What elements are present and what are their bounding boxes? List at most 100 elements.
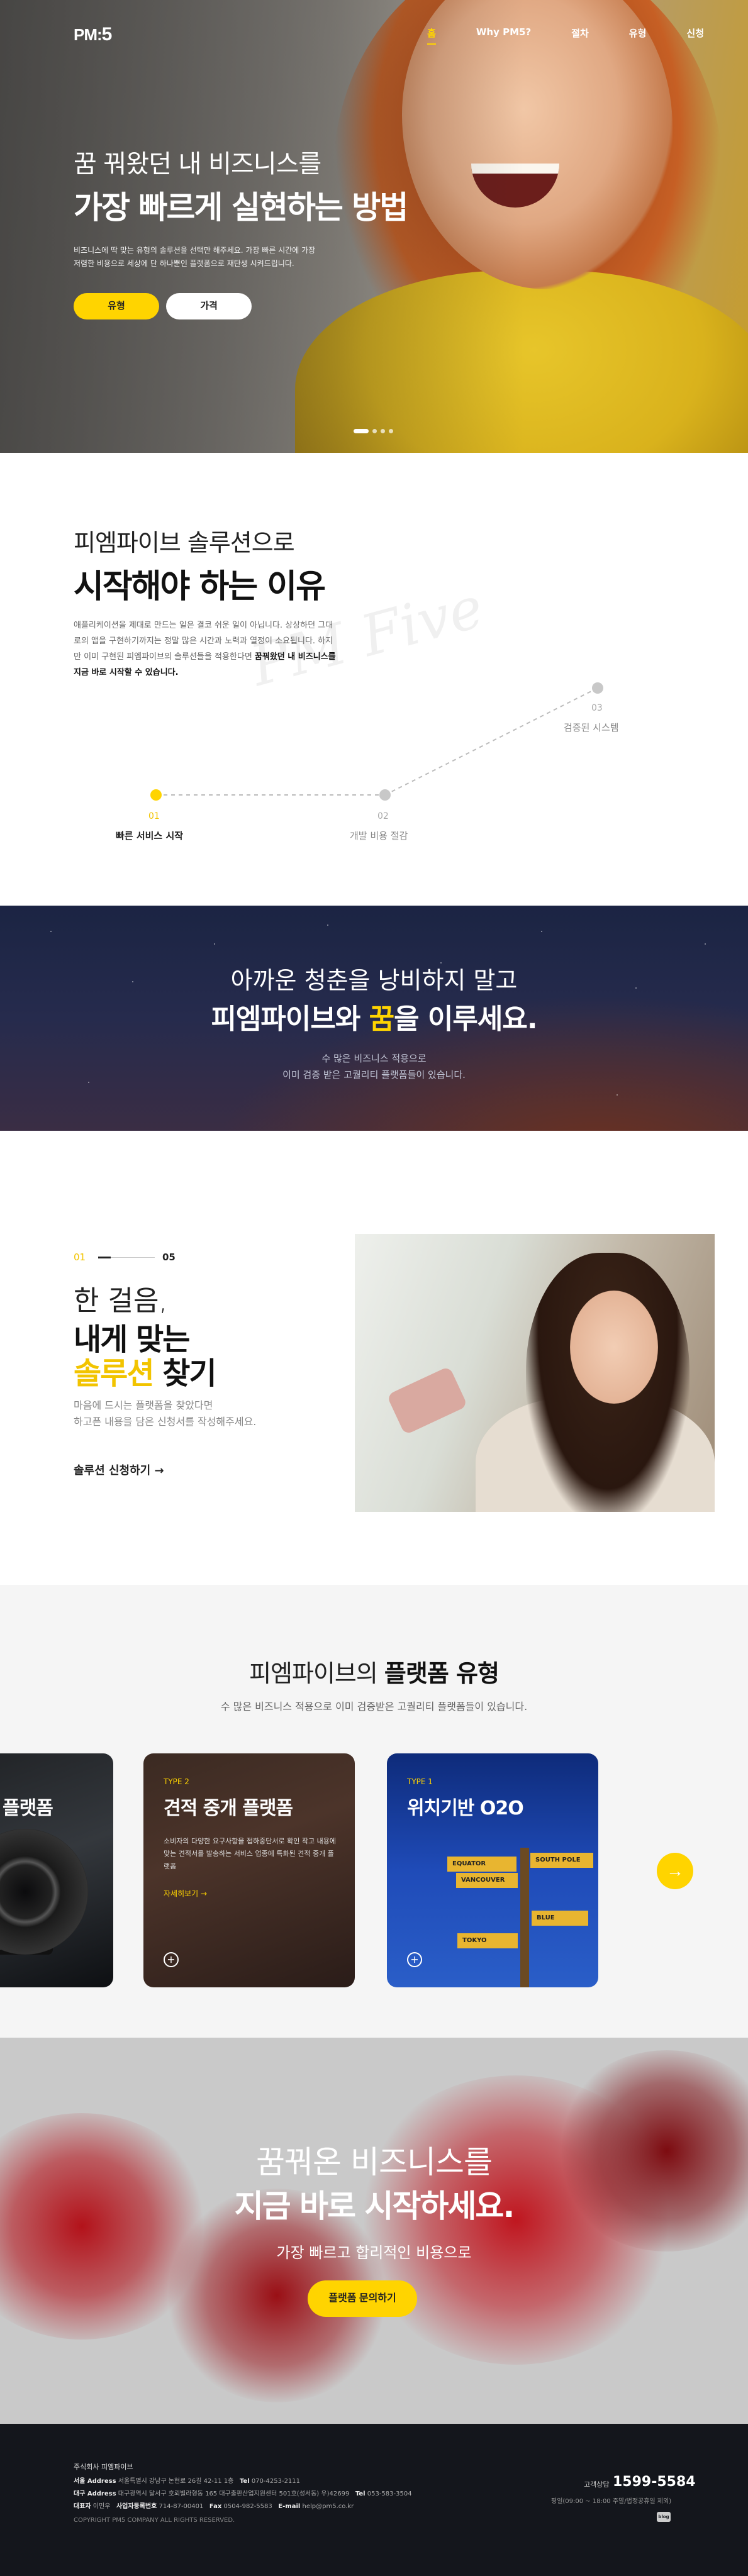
graph-point-2 [379,789,391,801]
signpost-sign: EQUATOR [447,1857,516,1872]
label: 대표자 [74,2503,91,2510]
card-name: 플랫폼 [3,1797,53,1819]
business-info-row: 대표자 이민우 사업자등록번호 714-87-00401 Fax 0504-98… [74,2501,354,2510]
blog-icon[interactable]: blog [657,2512,671,2522]
platform-card[interactable]: TYPE 2 견적 중개 플랫폼 소비자의 다양한 요구사항을 접하중단서로 확… [143,1753,355,1987]
nav-home[interactable]: 홈 [427,26,436,45]
platform-title-b: 플랫폼 유형 [384,1660,500,1687]
photo-hand [386,1366,468,1435]
tel-label: 고객상담 [584,2480,610,2489]
star [541,931,542,932]
step-label: 개발 비용 절감 [350,830,408,841]
logo-prefix: PM [74,25,98,44]
copyright: COPYRIGHT PM5 COMPANY ALL RIGHTS RESERVE… [74,2517,235,2524]
daegu-address: 대구광역시 달서구 호뢰빌라형동 165 대구출판산업지원센터 501호(성서동… [116,2490,350,2497]
page-total: 05 [162,1252,176,1263]
step-description: 마음에 드시는 플랫폼을 찾았다면 하고픈 내용을 담은 신청서를 작성해주세요… [74,1397,313,1430]
slider-dot-active[interactable] [354,429,369,433]
page-progress-bar [98,1257,155,1258]
nav-apply[interactable]: 신청 [686,26,704,45]
card-type: TYPE 1 [407,1777,433,1786]
nav-type[interactable]: 유형 [629,26,647,45]
type-button[interactable]: 유형 [74,293,159,319]
card-more-link[interactable]: 자세히보기 → [164,1888,207,1899]
platform-card[interactable]: 플랫폼 [0,1753,113,1987]
page-current: 01 [74,1252,86,1263]
label: Tel [355,2490,366,2497]
signpost-sign: VANCOUVER [456,1873,518,1888]
nav-procedure[interactable]: 절차 [571,26,589,45]
ceo: 이민우 [91,2503,111,2510]
youth-line-3a: 수 많은 비즈니스 적용으로 [321,1053,427,1064]
hero-description: 비즈니스에 딱 맞는 유형의 솔루션을 선택만 해주세요. 가장 빠른 시간에 … [74,244,401,270]
youth-highlight: 꿈 [369,1003,394,1035]
cta-line-3: 가장 빠르고 합리적인 비용으로 [276,2244,472,2262]
step-label: 검증된 시스템 [564,722,619,733]
youth-line-3: 수 많은 비즈니스 적용으로 이미 검증 받은 고퀄리티 플랫폼들이 있습니다. [0,1050,748,1083]
step-desc-line: 마음에 드시는 플랫폼을 찾았다면 [74,1399,213,1411]
seoul-address-row: 서울 Address 서울특별시 강남구 논현로 26길 42-11 1층 Te… [74,2475,300,2485]
label: 서울 Address [74,2478,116,2485]
step-section: 01 05 한 걸음, 내게 맞는 솔루션 찾기 마음에 드시는 플랫폼을 찾았… [0,1131,748,1585]
step-title-3b: 찾기 [153,1356,216,1391]
step-title-3: 솔루션 찾기 [74,1348,217,1392]
daegu-tel: 053-583-3504 [365,2490,412,2497]
logo[interactable]: PM:5 [74,24,112,45]
card-name: 위치기반 O2O [407,1797,524,1819]
hero-desc-line: 저렴한 비용으로 세상에 단 하나뿐인 플랫폼으로 재탄생 시켜드립니다. [74,259,294,268]
platform-inquiry-button[interactable]: 플랫폼 문의하기 [308,2280,417,2317]
card-description: 소비자의 다양한 요구사항을 접하중단서로 확인 작고 내용에 맞는 견적서를 … [164,1837,336,1870]
company-name: 주식회사 피엠파이브 [74,2463,133,2471]
platform-subtitle: 수 많은 비즈니스 적용으로 이미 검증받은 고퀄리티 플랫폼들이 있습니다. [220,1701,528,1713]
step-number: 03 [591,703,603,713]
youth-line-1: 아까운 청춘을 낭비하지 말고 [230,967,518,994]
youth-banner: 아까운 청춘을 낭비하지 말고 피엠파이브와 꿈을 이루세요. 수 많은 비즈니… [0,906,748,1131]
hero-section: PM:5 홈 Why PM5? 절차 유형 신청 꿈 꿔왔던 내 비즈니스를 가… [0,0,748,453]
cta-section: 꿈꿔온 비즈니스를 지금 바로 시작하세요. 가장 빠르고 합리적인 비용으로 … [0,2038,748,2424]
star [705,943,706,945]
daegu-address-row: 대구 Address 대구광역시 달서구 호뢰빌라형동 165 대구출판산업지원… [74,2488,412,2497]
signpost-sign: BLUE [532,1911,588,1926]
star [617,1094,618,1096]
platform-card[interactable]: TYPE 1 위치기반 O2O EQUATOR VANCOUVER SOUTH … [387,1753,598,1987]
signpost-sign: TOKYO [457,1933,518,1948]
label: E-mail [278,2503,301,2510]
cta-line-2: 지금 바로 시작하세요. [234,2188,515,2224]
tel-number[interactable]: 1599-5584 [613,2474,696,2490]
why-section: PM Five 피엠파이브 솔루션으로 시작해야 하는 이유 애플리케이션을 제… [0,453,748,906]
price-button[interactable]: 가격 [166,293,252,319]
step-title-highlight: 솔루션 [74,1356,154,1391]
camera-lens [0,1829,88,1955]
label: Fax [209,2503,222,2510]
seoul-address: 서울특별시 강남구 논현로 26길 42-11 1층 [116,2478,234,2485]
slider-dot[interactable] [372,429,377,433]
cta-line-1: 꿈꿔온 비즈니스를 [256,2144,493,2180]
signpost-pole [520,1848,529,1987]
graph-point-3 [592,682,603,694]
platform-section: 피엠파이브의 플랫폼 유형 수 많은 비즈니스 적용으로 이미 검증받은 고퀄리… [0,1585,748,2038]
slider-dot[interactable] [381,429,385,433]
woman-phone-photo [355,1234,715,1512]
card-type: TYPE 2 [164,1777,189,1786]
youth-line-2b: 을 이루세요. [394,1003,537,1035]
step-title-1: 한 걸음, [74,1285,168,1317]
step-number: 02 [377,811,389,821]
seoul-tel: 070-4253-2111 [249,2478,301,2485]
apply-solution-link[interactable]: 솔루션 신청하기 → [74,1462,164,1478]
slider-pagination [354,429,393,433]
slider-dot[interactable] [389,429,393,433]
star [327,924,328,926]
nav-why[interactable]: Why PM5? [476,26,531,45]
youth-line-3b: 이미 검증 받은 고퀄리티 플랫폼들이 있습니다. [282,1069,466,1080]
plus-icon[interactable]: + [407,1952,422,1967]
email: help@pm5.co.kr [300,2503,354,2510]
signpost-sign: SOUTH POLE [530,1853,593,1868]
graph-line [384,687,598,796]
star [214,943,215,945]
business-hours: 평일(09:00 ~ 18:00 주말/법정공휴일 제외) [551,2498,672,2505]
fax: 0504-982-5583 [221,2503,272,2510]
youth-line-2: 피엠파이브와 꿈을 이루세요. [0,996,748,1036]
main-nav: 홈 Why PM5? 절차 유형 신청 [387,26,704,45]
next-arrow-button[interactable]: → [657,1853,693,1889]
plus-icon[interactable]: + [164,1952,179,1967]
